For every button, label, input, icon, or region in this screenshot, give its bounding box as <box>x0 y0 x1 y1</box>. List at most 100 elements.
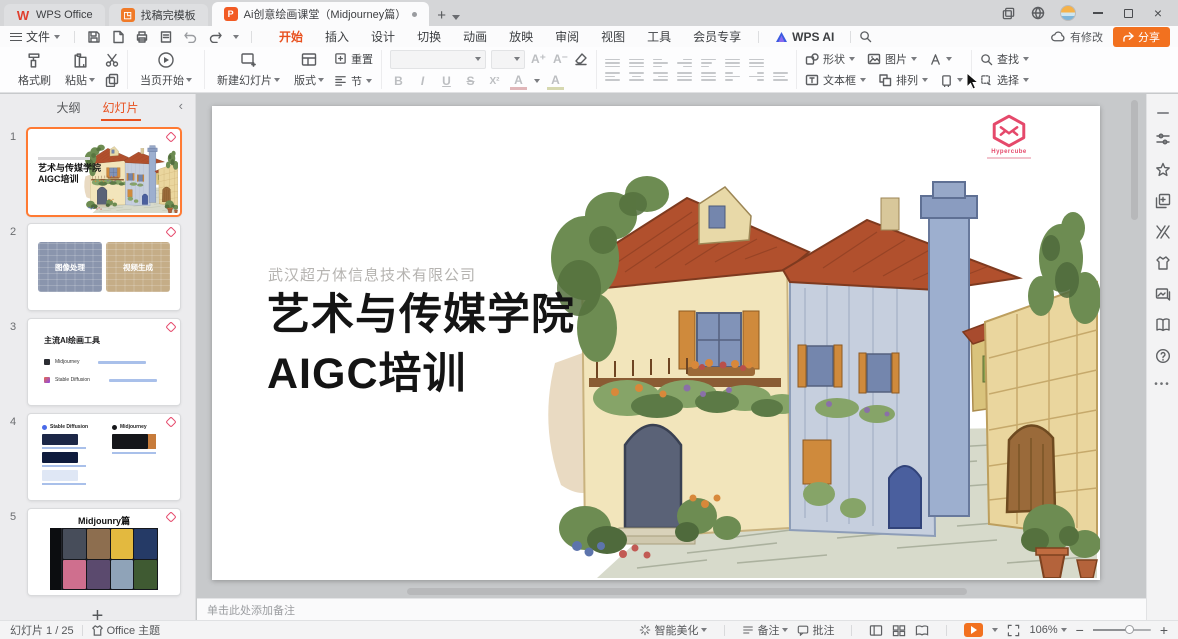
align-left-button[interactable] <box>605 72 620 81</box>
tab-home[interactable]: 开始 <box>268 26 314 47</box>
strikethrough-button[interactable]: S <box>462 74 479 88</box>
collapse-rail-handle[interactable] <box>1157 112 1169 114</box>
wordart-button[interactable] <box>929 53 952 66</box>
save-status[interactable]: 有修改 <box>1051 29 1103 45</box>
notebook-icon[interactable] <box>1155 317 1171 333</box>
tab-insert[interactable]: 插入 <box>314 26 360 47</box>
textbox-button[interactable]: 文本框 <box>805 72 866 88</box>
slide-thumbnail-1[interactable]: 艺术与传媒学院AIGC培训 <box>28 129 180 215</box>
slide-thumbnail-2[interactable]: 图像处理 视频生成 <box>28 224 180 310</box>
undo-icon[interactable] <box>183 30 198 43</box>
clear-format-icon[interactable] <box>574 52 588 66</box>
bullets-button[interactable] <box>605 59 620 68</box>
notes-toggle-button[interactable]: 备注 <box>742 622 788 638</box>
distribute-button[interactable] <box>701 72 716 81</box>
paragraph-settings-button[interactable] <box>773 72 788 81</box>
fit-to-window-icon[interactable] <box>1007 624 1020 637</box>
user-avatar[interactable] <box>1060 5 1076 21</box>
columns-button[interactable] <box>749 59 764 68</box>
slide-thumbnail-5[interactable]: Midjounry篇 <box>28 509 180 595</box>
village-watercolor-image[interactable] <box>534 108 1100 578</box>
play-options-caret-icon[interactable] <box>992 628 998 632</box>
tab-view[interactable]: 视图 <box>590 26 636 47</box>
align-center-button[interactable] <box>629 72 644 81</box>
tab-transition[interactable]: 切换 <box>406 26 452 47</box>
new-tab-button[interactable]: + <box>437 6 446 26</box>
play-from-current-button[interactable]: 当页开始 <box>136 51 196 88</box>
tab-list-caret-icon[interactable] <box>452 15 460 20</box>
more-tools-icon[interactable]: ••• <box>1154 379 1171 390</box>
select-button[interactable]: 选择 <box>980 72 1029 88</box>
outline-tab[interactable]: 大纲 <box>56 99 80 116</box>
font-size-select[interactable] <box>491 50 525 69</box>
tailor-tools-icon[interactable] <box>1155 224 1171 240</box>
new-slide-button[interactable]: 新建幻灯片 <box>213 51 284 88</box>
save-icon[interactable] <box>87 30 101 44</box>
increase-font-button[interactable]: A⁺ <box>530 52 547 66</box>
justify-button[interactable] <box>677 72 692 81</box>
restore-button[interactable] <box>1120 5 1136 21</box>
slideshow-play-button[interactable] <box>964 623 983 637</box>
hypercube-logo[interactable]: Hypercube <box>980 114 1038 166</box>
arrange-button[interactable]: 排列 <box>878 72 928 88</box>
tab-animation[interactable]: 动画 <box>452 26 498 47</box>
indent-right-button[interactable] <box>749 72 764 81</box>
notes-bar[interactable]: 单击此处添加备注 <box>197 598 1146 620</box>
skin-shirt-icon[interactable] <box>1155 255 1171 271</box>
section-button[interactable]: 节 <box>334 73 373 89</box>
slide-thumbnail-3[interactable]: 主流AI绘画工具 Midjourney Stable Diffusion <box>28 319 180 405</box>
print-icon[interactable] <box>135 30 149 44</box>
underline-button[interactable]: U <box>438 74 455 88</box>
company-name-text[interactable]: 武汉超方体信息技术有限公司 <box>268 264 476 285</box>
tab-member[interactable]: 会员专享 <box>682 26 752 47</box>
reading-view-icon[interactable] <box>915 624 929 637</box>
multi-window-icon[interactable] <box>1000 5 1016 21</box>
slide-thumbnail-4[interactable]: Stable Diffusion Midjourney <box>28 414 180 500</box>
zoom-slider[interactable] <box>1093 629 1151 631</box>
find-button[interactable]: 查找 <box>980 51 1029 67</box>
slide-canvas[interactable]: 武汉超方体信息技术有限公司 艺术与传媒学院 AIGC培训 Hypercube <box>212 106 1100 580</box>
decrease-indent-button[interactable] <box>653 59 668 68</box>
slide-sorter-view-icon[interactable] <box>892 624 906 637</box>
picture-button[interactable]: 图片 <box>867 51 917 67</box>
copy-icon[interactable] <box>105 73 119 87</box>
tab-design[interactable]: 设计 <box>360 26 406 47</box>
font-name-select[interactable] <box>390 50 486 69</box>
help-icon[interactable] <box>1155 348 1171 364</box>
normal-view-icon[interactable] <box>869 624 883 637</box>
line-spacing-button[interactable] <box>725 59 740 68</box>
indent-left-button[interactable] <box>725 72 740 81</box>
text-direction-button[interactable] <box>701 59 716 68</box>
redo-icon[interactable] <box>208 30 223 43</box>
highlight-color-button[interactable]: A <box>547 73 564 90</box>
superscript-button[interactable]: X² <box>486 76 503 87</box>
zoom-slider-thumb[interactable] <box>1125 625 1134 634</box>
zoom-out-button[interactable]: − <box>1076 625 1084 635</box>
italic-button[interactable]: I <box>414 74 431 88</box>
slides-tab[interactable]: 幻灯片 <box>103 99 139 116</box>
favorites-star-icon[interactable] <box>1155 162 1171 178</box>
share-button[interactable]: 分享 <box>1113 27 1170 47</box>
wps-ai-button[interactable]: WPS AI <box>765 30 844 44</box>
cut-icon[interactable] <box>105 53 119 67</box>
search-icon[interactable] <box>859 30 872 43</box>
tab-wps-office[interactable]: W WPS Office <box>4 4 105 26</box>
tab-current-presentation[interactable]: P Ai创意绘画课堂（Midjourney篇） <box>212 2 430 26</box>
numbering-button[interactable] <box>629 59 644 68</box>
tab-tools[interactable]: 工具 <box>636 26 682 47</box>
print-preview-icon[interactable] <box>159 30 173 44</box>
globe-icon[interactable] <box>1030 5 1046 21</box>
theme-indicator[interactable]: Office 主题 <box>91 622 161 638</box>
export-pdf-icon[interactable] <box>111 30 125 44</box>
icon-library-button[interactable] <box>940 74 963 87</box>
font-color-button[interactable]: A <box>510 73 527 90</box>
smart-beautify-button[interactable]: 智能美化 <box>639 622 707 638</box>
layout-button[interactable]: 版式 <box>290 51 328 88</box>
redo-caret-icon[interactable] <box>233 35 239 39</box>
comments-button[interactable]: 批注 <box>797 622 834 638</box>
paste-button[interactable]: 粘贴 <box>61 52 99 88</box>
zoom-in-button[interactable]: + <box>1160 625 1168 635</box>
format-painter-button[interactable]: 格式刷 <box>14 52 55 88</box>
horizontal-scrollbar[interactable] <box>407 588 967 595</box>
file-menu[interactable]: 文件 <box>0 28 68 45</box>
